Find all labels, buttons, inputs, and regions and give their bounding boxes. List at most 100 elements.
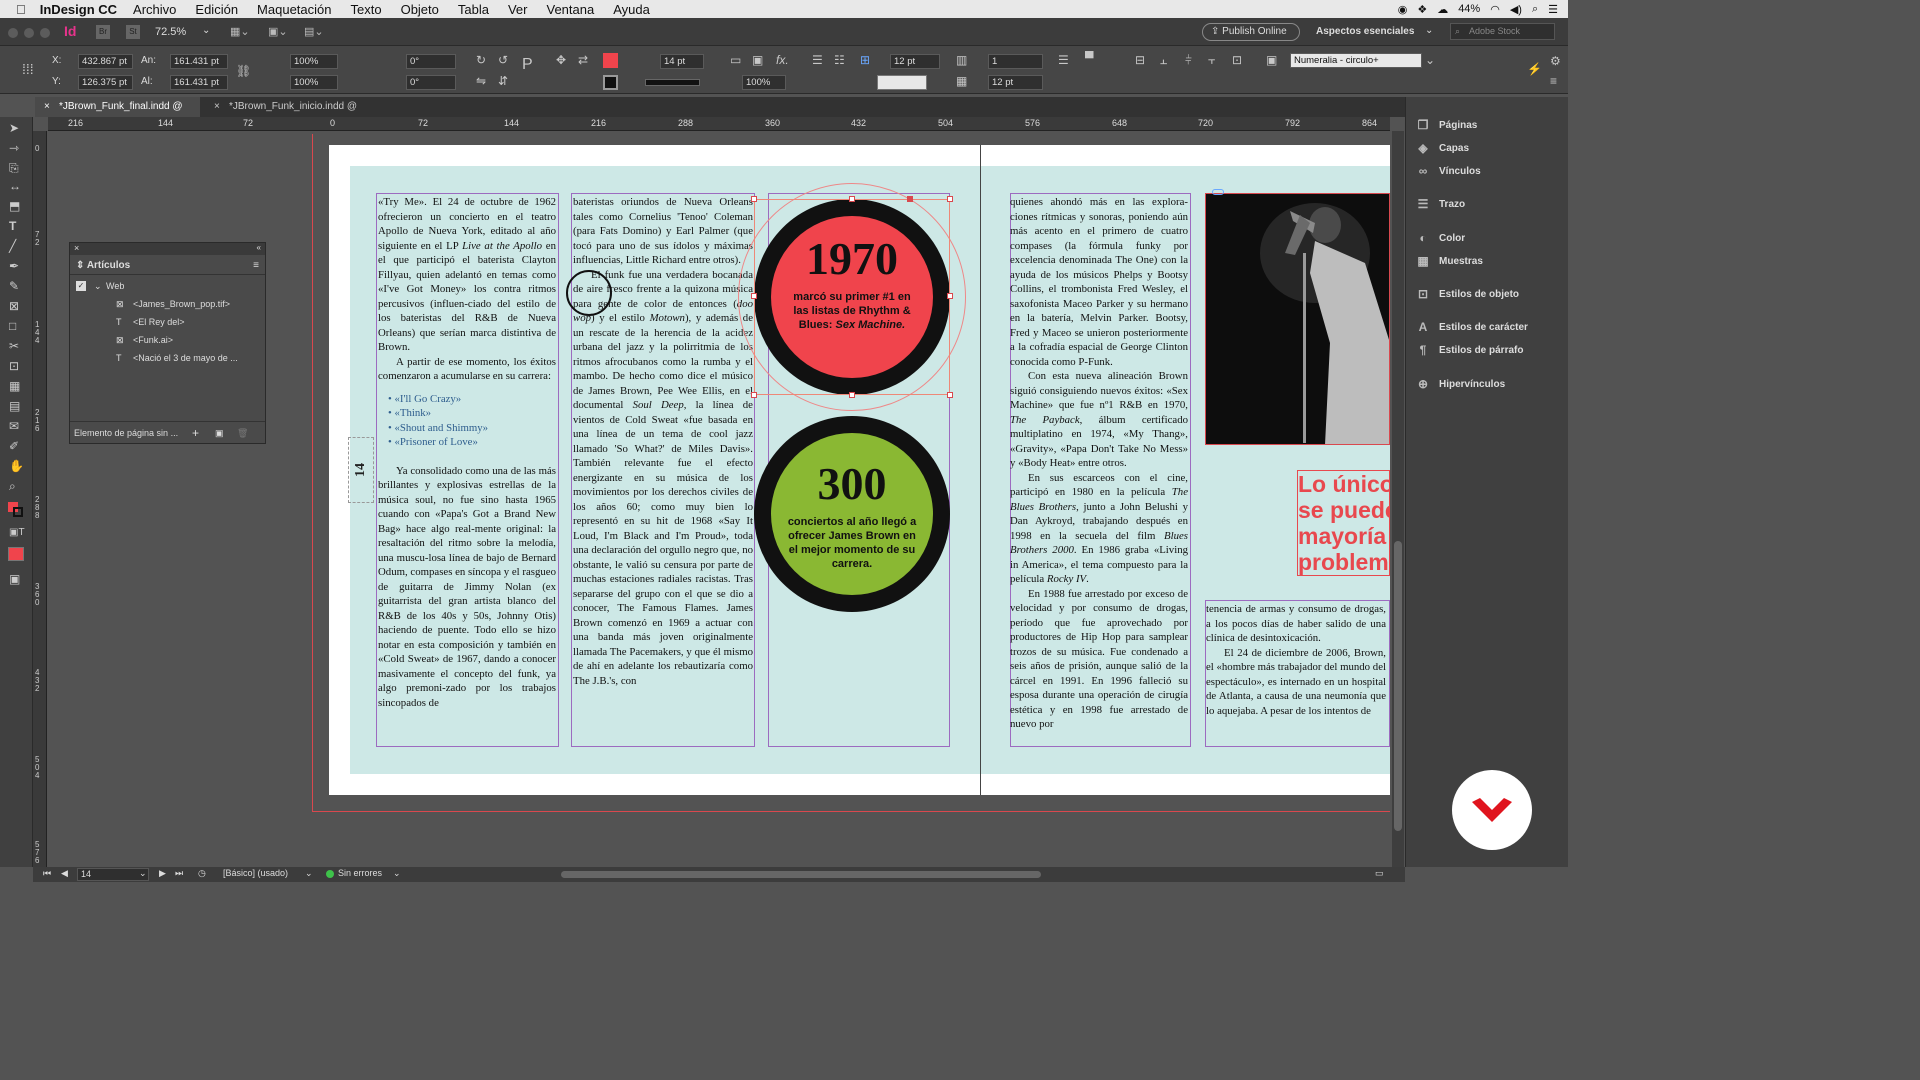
y-position-field[interactable]: 126.375 pt [78,75,133,90]
fill-color-swatch[interactable] [603,53,618,68]
panel-vinculos[interactable]: ∞ Vínculos [1416,162,1481,180]
align-top-icon[interactable]: ⫠ [1160,53,1167,67]
publish-online-button[interactable]: ⇪ Publish Online [1202,23,1300,41]
selection-bounding-box[interactable] [754,199,950,395]
gradient-tool-icon[interactable]: ▦ [9,379,20,393]
shear-angle-field[interactable]: 0° [406,75,456,90]
horizontal-scrollbar-thumb[interactable] [561,871,1041,878]
article-column-3[interactable]: quienes ahondó más en las explora-ciones… [1010,195,1188,745]
tab-final[interactable]: ×*JBrown_Funk_final.indd @ 72% [35,97,200,132]
hand-tool-icon[interactable]: ✋ [9,459,24,473]
menu-ventana[interactable]: Ventana [546,2,594,17]
stroke-type-selector[interactable] [645,79,700,86]
menu-objeto[interactable]: Objeto [401,2,439,17]
menu-maquetacion[interactable]: Maquetación [257,2,331,17]
object-style-field[interactable]: Numeralia - circulo+ [1290,53,1422,68]
workspace-dropdown-icon[interactable]: ⌄ [1425,25,1433,36]
panel-hipervinculos[interactable]: ⊕ Hipervínculos [1416,375,1505,393]
align-left-edges-icon[interactable]: ⊟ [1135,53,1145,67]
lightning-icon[interactable]: ⚡ [1527,62,1542,76]
menu-ayuda[interactable]: Ayuda [613,2,650,17]
page-tool-icon[interactable]: ⎘ [9,161,19,176]
arrange-documents-icon[interactable]: ▤⌄ [304,25,324,38]
scale-y-field[interactable]: 100% [290,75,338,90]
justify-icon[interactable]: ☰ [1058,53,1069,67]
first-page-icon[interactable]: ⏮ [43,868,51,879]
note-tool-icon[interactable]: ✉ [9,419,19,433]
apply-color-icon[interactable] [8,547,24,561]
selection-tool-icon[interactable]: ➤ [9,121,19,135]
drop-shadow-icon[interactable]: ▣ [752,53,763,67]
pen-tool-icon[interactable]: ✒ [9,259,19,273]
workspace-selector[interactable]: Aspectos esenciales [1316,26,1414,37]
app-name[interactable]: InDesign CC [40,2,117,17]
effects-icon[interactable]: fx. [776,53,789,67]
frame-fitting-icon[interactable]: ⊡ [1232,53,1242,67]
vertical-scrollbar[interactable] [1392,131,1404,867]
cloud-icon[interactable]: ☁ [1437,3,1448,16]
next-page-icon[interactable]: ▶ [159,868,166,879]
selection-handle[interactable] [751,196,757,202]
object-style-icon[interactable]: ▣ [1266,53,1277,67]
panel-trazo[interactable]: ☰ Trazo [1416,195,1466,213]
preflight-profile[interactable]: [Básico] (usado) [223,868,288,878]
selection-handle[interactable] [849,392,855,398]
profile-dropdown-icon[interactable]: ⌄ [305,868,313,879]
article-item[interactable]: ⊠ <Funk.ai> [70,331,265,349]
direct-selection-tool-icon[interactable]: ⇾ [9,141,19,155]
formatting-affects-icon[interactable]: ▣T [9,527,25,538]
panel-menu-icon[interactable]: ≡ [1550,74,1557,88]
columns-icon[interactable]: ▥ [956,53,967,67]
gap-field[interactable]: 12 pt [890,54,940,69]
link-indicator-icon[interactable] [1212,189,1224,195]
scrollbar-thumb[interactable] [1394,541,1402,831]
columns-field[interactable]: 1 [988,54,1043,69]
rectangle-tool-icon[interactable]: □ [9,319,16,333]
screen-mode-icon[interactable]: ▣ [9,572,20,586]
add-icon[interactable]: + [192,422,199,444]
stroke-swatch-tool[interactable] [13,507,23,517]
select-container-icon[interactable]: P [522,57,533,73]
selection-handle[interactable] [947,196,953,202]
page-number-frame[interactable]: 14 [348,437,374,503]
gutter-field[interactable]: 12 pt [988,75,1043,90]
panel-toggle-icon[interactable]: ▭ [1375,868,1384,879]
trash-icon[interactable]: 🗑 [237,422,248,444]
stroke-color-swatch[interactable] [603,75,618,90]
opacity-field[interactable]: 100% [742,75,786,90]
article-column-4[interactable]: tenencia de armas y consumo de drogas, a… [1206,602,1386,745]
panel-titlebar[interactable]: × « [70,243,265,255]
preflight-status[interactable]: Sin errores [338,868,382,878]
scissors-tool-icon[interactable]: ✂ [9,339,19,353]
flip-vertical-icon[interactable]: ⇵ [498,74,508,88]
panel-paginas[interactable]: ❐ Páginas [1416,116,1478,134]
article-column-1[interactable]: «Try Me». El 24 de octubre de 1962 ofrec… [378,195,556,745]
minimize-window-icon[interactable] [24,28,34,38]
panel-color[interactable]: ◐ Color [1416,229,1465,247]
panel-estilos-objeto[interactable]: ⊡ Estilos de objeto [1416,285,1519,303]
selection-handle[interactable] [751,293,757,299]
apple-icon[interactable]:  [16,2,26,17]
page-dropdown-icon[interactable]: ⌄ [139,868,147,879]
selection-handle[interactable] [947,293,953,299]
vertical-align-top-icon[interactable]: ▀ [1085,51,1094,65]
zoom-dropdown-icon[interactable]: ⌄ [202,25,210,36]
selection-handle[interactable] [751,392,757,398]
menu-tabla[interactable]: Tabla [458,2,489,17]
align-bottom-icon[interactable]: ⫟ [1208,53,1215,67]
gap-tool-icon[interactable]: ↔ [9,179,21,193]
panel-tab-arrows-icon[interactable]: ⇕ [76,260,84,271]
auto-fit-icon[interactable]: ⊞ [860,53,870,67]
free-transform-tool-icon[interactable]: ⊡ [9,359,19,373]
reference-point-icon[interactable]: ⁞⁞⁞ [22,62,34,76]
type-tool-icon[interactable]: T [9,219,16,233]
open-page-icon[interactable]: ◷ [198,868,206,879]
menu-texto[interactable]: Texto [351,2,382,17]
close-tab-icon[interactable]: × [214,97,220,117]
gradient-feather-tool-icon[interactable]: ▤ [9,399,20,413]
article-item[interactable]: T <El Rey del> [70,313,265,331]
panel-estilos-caracter[interactable]: A Estilos de carácter [1416,318,1528,336]
text-frame-options-icon[interactable]: ▭ [730,53,741,67]
align-center-icon[interactable]: ⫩ [1185,53,1192,67]
menu-edicion[interactable]: Edición [195,2,238,17]
